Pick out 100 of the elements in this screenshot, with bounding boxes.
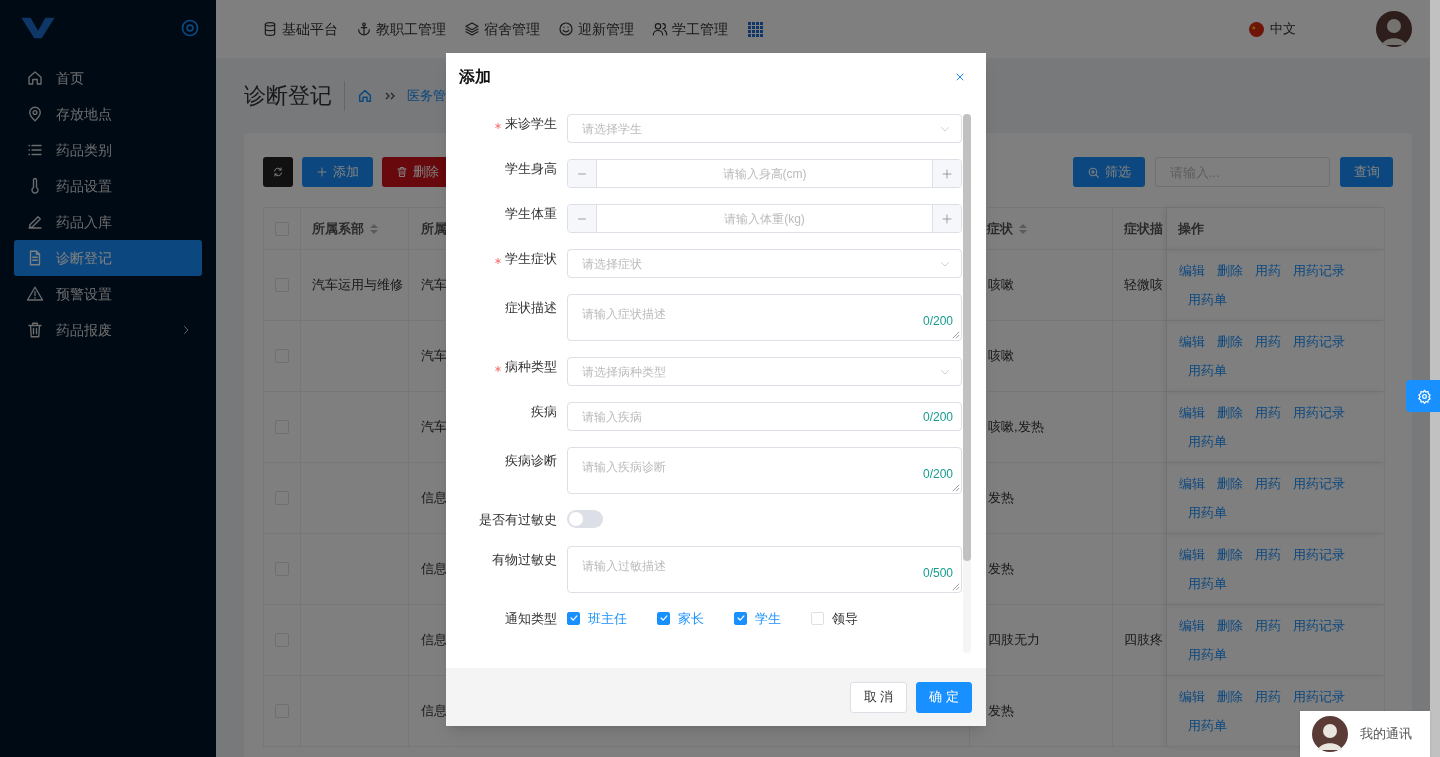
sidebar-item[interactable]: 药品报废 <box>14 312 202 348</box>
action-link[interactable]: 用药记录 <box>1293 474 1345 494</box>
layers-icon <box>464 21 480 37</box>
action-link[interactable]: 用药 <box>1255 261 1281 281</box>
action-link[interactable]: 用药 <box>1255 332 1281 352</box>
action-link[interactable]: 用药单 <box>1188 573 1227 593</box>
placeholder-text: 请输入疾病 <box>582 408 642 426</box>
cancel-button[interactable]: 取消 <box>850 681 907 713</box>
action-link[interactable]: 用药单 <box>1188 431 1227 451</box>
settings-button[interactable] <box>1406 380 1440 412</box>
top-nav-item[interactable]: 教职工管理 <box>356 18 446 40</box>
add-button[interactable]: 添加 <box>302 157 373 187</box>
top-nav-item[interactable]: 基础平台 <box>262 18 338 40</box>
close-icon <box>954 71 966 83</box>
scrollbar[interactable] <box>1430 0 1440 757</box>
home-icon <box>26 69 44 87</box>
sidebar-item[interactable]: 诊断登记 <box>14 240 202 276</box>
action-link[interactable]: 用药 <box>1255 687 1281 707</box>
increase-button[interactable] <box>932 205 961 232</box>
filter-button[interactable]: 筛选 <box>1073 157 1145 187</box>
query-button[interactable]: 查询 <box>1340 157 1393 187</box>
action-link[interactable]: 用药单 <box>1188 644 1227 664</box>
action-link[interactable]: 删除 <box>1217 616 1243 636</box>
field-label: 学生体重 <box>505 205 557 223</box>
top-nav-item[interactable]: 迎新管理 <box>558 18 634 40</box>
action-link[interactable]: 用药记录 <box>1293 545 1345 565</box>
action-link[interactable]: 用药记录 <box>1293 616 1345 636</box>
text-area[interactable]: 请输入疾病诊断 0/200 <box>567 447 962 494</box>
action-link[interactable]: 编辑 <box>1179 616 1205 636</box>
select-field[interactable]: 请选择病种类型 <box>567 357 962 386</box>
decrease-button[interactable] <box>568 205 597 232</box>
resize-handle-icon <box>952 582 960 591</box>
confirm-button[interactable]: 确定 <box>916 681 972 713</box>
input-field[interactable]: 请输入疾病 0/200 <box>567 402 962 431</box>
text-area[interactable]: 请输入症状描述 0/200 <box>567 294 962 341</box>
action-link[interactable]: 用药 <box>1255 403 1281 423</box>
refresh-button[interactable] <box>263 157 293 187</box>
action-link[interactable]: 编辑 <box>1179 261 1205 281</box>
column-header: 所属系部 <box>312 219 364 238</box>
action-link[interactable]: 删除 <box>1217 687 1243 707</box>
action-link[interactable]: 编辑 <box>1179 474 1205 494</box>
sort-icon <box>1019 223 1027 234</box>
action-link[interactable]: 编辑 <box>1179 545 1205 565</box>
breadcrumb-link[interactable]: 医务管 <box>407 85 446 106</box>
action-link[interactable]: 删除 <box>1217 545 1243 565</box>
action-link[interactable]: 删除 <box>1217 474 1243 494</box>
action-link[interactable]: 用药记录 <box>1293 332 1345 352</box>
avatar <box>1376 11 1412 47</box>
dialog-title: 添加 <box>459 67 491 87</box>
action-link[interactable]: 用药记录 <box>1293 403 1345 423</box>
smiley-icon <box>558 21 574 37</box>
action-link[interactable]: 用药 <box>1255 616 1281 636</box>
checkbox[interactable] <box>567 611 580 625</box>
checkbox-label[interactable]: 家长 <box>678 608 704 628</box>
top-nav-item[interactable]: 学工管理 <box>652 18 728 40</box>
action-link[interactable]: 用药单 <box>1188 715 1227 735</box>
sidebar-item[interactable]: 预警设置 <box>14 276 202 312</box>
scrollbar-thumb[interactable] <box>963 114 971 561</box>
column-header: 所属 <box>421 219 447 238</box>
breadcrumb-separator-icon <box>385 90 395 101</box>
action-link[interactable]: 用药单 <box>1188 289 1227 309</box>
select-field[interactable]: 请选择学生 <box>567 114 962 143</box>
field-label: 是否有过敏史 <box>479 511 557 529</box>
action-link[interactable]: 用药 <box>1255 545 1281 565</box>
number-field[interactable]: 请输入身高(cm) <box>567 159 962 188</box>
column-header: 症状 <box>987 219 1013 238</box>
checkbox[interactable] <box>734 611 747 625</box>
sidebar-item[interactable]: 药品设置 <box>14 168 202 204</box>
action-link[interactable]: 删除 <box>1217 332 1243 352</box>
action-link[interactable]: 编辑 <box>1179 687 1205 707</box>
checkbox-label[interactable]: 领导 <box>832 608 858 628</box>
sidebar-item[interactable]: 药品类别 <box>14 132 202 168</box>
action-link[interactable]: 用药记录 <box>1293 687 1345 707</box>
text-area[interactable]: 请输入过敏描述 0/500 <box>567 545 962 593</box>
action-link[interactable]: 删除 <box>1217 261 1243 281</box>
toggle-switch[interactable] <box>567 510 603 528</box>
sidebar-item[interactable]: 存放地点 <box>14 96 202 132</box>
action-link[interactable]: 编辑 <box>1179 332 1205 352</box>
decrease-button[interactable] <box>568 160 597 187</box>
action-link[interactable]: 用药单 <box>1188 502 1227 522</box>
sidebar-item[interactable]: 药品入库 <box>14 204 202 240</box>
top-nav-item[interactable]: 宿舍管理 <box>464 18 540 40</box>
scrollbar[interactable] <box>963 114 971 653</box>
action-link[interactable]: 用药 <box>1255 474 1281 494</box>
select-field[interactable]: 请选择症状 <box>567 249 962 278</box>
location-pin-icon <box>26 105 44 123</box>
action-link[interactable]: 用药记录 <box>1293 261 1345 281</box>
increase-button[interactable] <box>932 160 961 187</box>
number-field[interactable]: 请输入体重(kg) <box>567 204 962 233</box>
chat-widget[interactable]: 我的通讯 <box>1300 711 1430 757</box>
checkbox[interactable] <box>657 611 670 625</box>
field-label: 症状描述 <box>505 299 557 317</box>
action-link[interactable]: 编辑 <box>1179 403 1205 423</box>
sidebar-item[interactable]: 首页 <box>14 60 202 96</box>
collapse-icon <box>180 18 200 38</box>
action-link[interactable]: 删除 <box>1217 403 1243 423</box>
users-icon <box>652 21 668 37</box>
checkbox-label[interactable]: 班主任 <box>588 608 627 628</box>
action-link[interactable]: 用药单 <box>1188 360 1227 380</box>
checkbox-label[interactable]: 学生 <box>755 608 781 628</box>
